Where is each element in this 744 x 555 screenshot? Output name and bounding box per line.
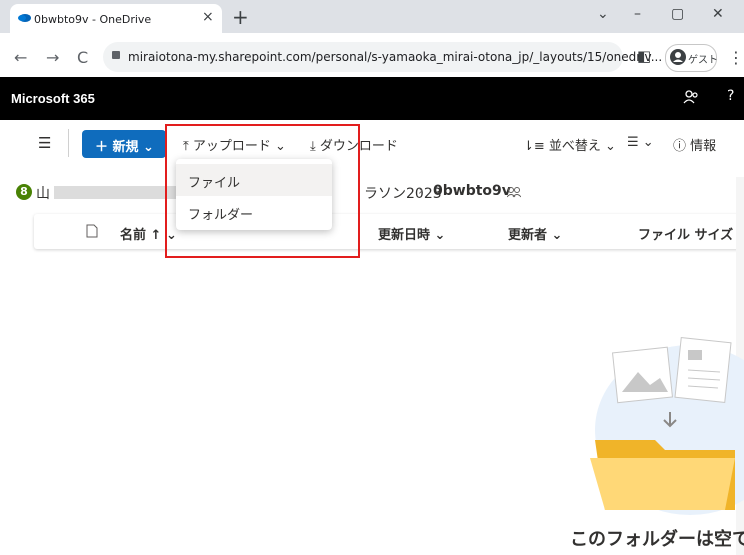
column-modified-by[interactable]: 更新者 ⌄ bbox=[508, 224, 562, 243]
new-tab-button[interactable]: + bbox=[232, 5, 249, 29]
highlight-box bbox=[165, 124, 360, 258]
column-modified[interactable]: 更新日時 ⌄ bbox=[378, 224, 445, 243]
sort-button[interactable]: ⇂≡ 並べ替え ⌄ bbox=[523, 135, 616, 154]
breadcrumb-parent[interactable]: ラソン2023 bbox=[364, 183, 442, 203]
forward-button[interactable]: → bbox=[46, 48, 59, 67]
tab-search-chevron-icon[interactable]: ⌄ bbox=[597, 6, 609, 22]
maximize-button[interactable]: ▢ bbox=[671, 6, 684, 22]
tab-close-icon[interactable]: × bbox=[202, 9, 214, 25]
breadcrumb-current: 0bwbto9v bbox=[433, 183, 511, 199]
shared-people-icon bbox=[507, 187, 521, 198]
user-avatar: 8 bbox=[16, 184, 32, 200]
share-people-icon[interactable] bbox=[683, 89, 699, 105]
info-button[interactable]: ⓘ 情報 bbox=[673, 135, 716, 154]
empty-folder-text: このフォルダーは空て bbox=[570, 529, 744, 549]
guest-label: ゲスト bbox=[688, 55, 718, 66]
profile-avatar-icon bbox=[670, 49, 686, 65]
browser-menu-icon[interactable]: ⋮ bbox=[728, 48, 744, 67]
view-options-button[interactable]: ☰ ⌄ bbox=[627, 135, 654, 150]
onedrive-cloud-icon bbox=[18, 14, 31, 22]
file-type-icon bbox=[86, 224, 98, 238]
side-panel-icon[interactable]: ◧ bbox=[637, 47, 651, 65]
help-icon[interactable]: ? bbox=[727, 88, 734, 104]
empty-folder-illustration bbox=[590, 337, 744, 515]
url-text[interactable]: miraiotona-my.sharepoint.com/personal/s-… bbox=[128, 50, 662, 64]
back-button[interactable]: ← bbox=[14, 48, 27, 67]
tab-title: 0bwbto9v - OneDrive bbox=[34, 13, 152, 26]
m365-title[interactable]: Microsoft 365 bbox=[11, 91, 95, 106]
hamburger-menu-icon[interactable]: ☰ bbox=[38, 134, 51, 152]
minimize-button[interactable]: – bbox=[634, 6, 641, 22]
breadcrumb-separator: › bbox=[418, 183, 424, 199]
divider bbox=[68, 129, 69, 157]
new-button-label: ＋ 新規 ⌄ bbox=[95, 140, 154, 155]
column-file-size[interactable]: ファイル サイズ ⌄ bbox=[638, 224, 744, 243]
m365-header bbox=[0, 77, 744, 120]
window-close-button[interactable]: ✕ bbox=[712, 6, 724, 22]
lock-icon bbox=[112, 51, 120, 59]
breadcrumb-owner[interactable]: 山 bbox=[36, 183, 50, 203]
reload-button[interactable]: C bbox=[77, 48, 88, 67]
